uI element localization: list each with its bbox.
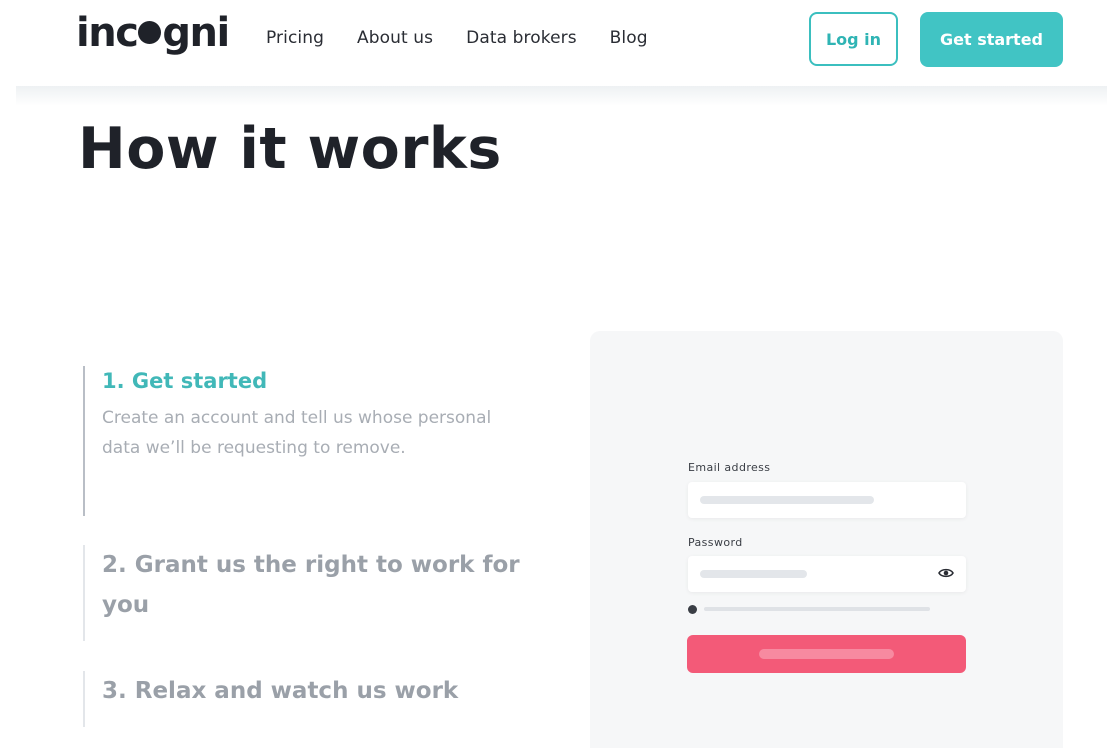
email-label: Email address — [688, 461, 771, 474]
signup-form-illustration — [590, 331, 1063, 748]
login-button[interactable]: Log in — [809, 12, 898, 66]
nav-link-blog[interactable]: Blog — [610, 28, 648, 48]
site-header: inc gni Pricing About us Data brokers Blo… — [0, 0, 1107, 88]
password-placeholder-bar — [700, 570, 807, 578]
step-grant-rights[interactable]: 2. Grant us the right to work for you — [83, 545, 542, 641]
nav-link-about-us[interactable]: About us — [357, 28, 433, 48]
submit-button-illustration — [687, 635, 966, 673]
email-field — [688, 482, 966, 518]
info-dot-icon — [688, 605, 697, 614]
eye-icon — [938, 568, 954, 578]
password-strength-bar — [704, 607, 930, 611]
page-title: How it works — [78, 116, 502, 182]
password-label: Password — [688, 536, 743, 549]
nav-link-pricing[interactable]: Pricing — [266, 28, 324, 48]
step-description: Create an account and tell us whose pers… — [102, 408, 492, 458]
step-relax[interactable]: 3. Relax and watch us work — [83, 671, 458, 727]
main-nav: Pricing About us Data brokers Blog — [266, 28, 648, 48]
header-divider — [16, 86, 1107, 106]
logo-text-start: inc — [76, 10, 139, 56]
step-get-started[interactable]: 1. Get started Create an account and tel… — [83, 366, 522, 516]
email-placeholder-bar — [700, 496, 874, 504]
password-field — [688, 556, 966, 592]
step-title: 3. Relax and watch us work — [102, 678, 459, 704]
incogni-logo[interactable]: inc gni — [76, 10, 230, 60]
logo-dot-icon — [138, 21, 162, 44]
nav-link-data-brokers[interactable]: Data brokers — [466, 28, 577, 48]
get-started-button[interactable]: Get started — [920, 12, 1063, 67]
logo-text-end: gni — [162, 10, 230, 56]
submit-label-placeholder — [759, 649, 894, 659]
step-title: 2. Grant us the right to work for you — [102, 552, 520, 618]
step-title: 1. Get started — [102, 369, 268, 393]
